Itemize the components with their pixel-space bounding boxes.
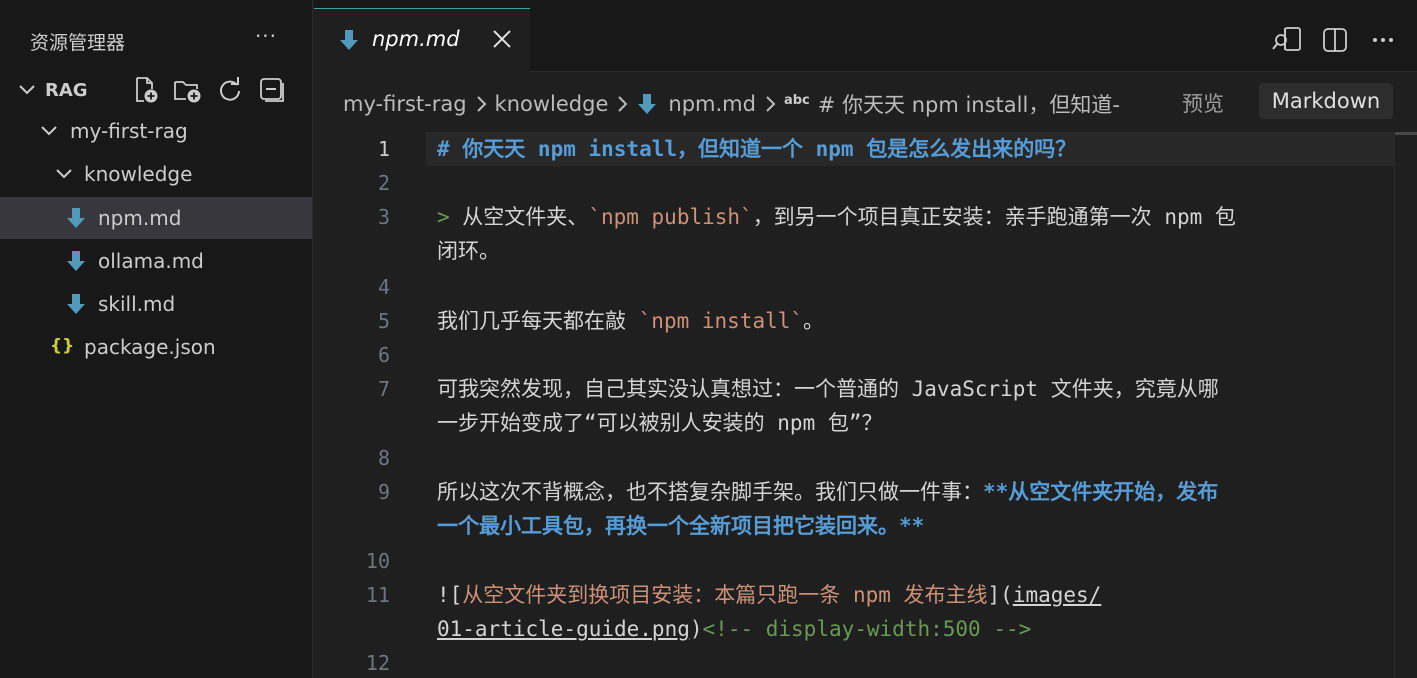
more-actions-icon[interactable] bbox=[1367, 24, 1399, 56]
code-text: 闭环。 bbox=[437, 239, 500, 263]
code-line: 我们几乎每天都在敲 `npm install`。 bbox=[437, 304, 1387, 338]
inline-code: `npm publish` bbox=[588, 205, 753, 229]
more-actions-icon[interactable]: ··· bbox=[252, 22, 280, 50]
tree-file-skill-md[interactable]: skill.md bbox=[0, 283, 312, 325]
quote-marker: > bbox=[437, 205, 450, 229]
line-number: 1 bbox=[377, 137, 390, 161]
tree-item-label: npm.md bbox=[98, 206, 182, 230]
line-number: 12 bbox=[365, 651, 390, 675]
image-url[interactable]: images/ bbox=[1013, 583, 1102, 607]
chevron-down-icon bbox=[56, 169, 72, 179]
image-syntax: ) bbox=[689, 617, 703, 641]
tree-item-label: knowledge bbox=[84, 162, 193, 186]
editor-scrollbar[interactable] bbox=[1394, 132, 1417, 678]
editor-title-actions bbox=[1271, 24, 1399, 56]
markdown-file-icon bbox=[67, 251, 85, 271]
line-number: 11 bbox=[365, 583, 390, 607]
tree-folder-knowledge[interactable]: knowledge bbox=[0, 153, 312, 195]
code-line: 可我突然发现，自己其实没认真想过：一个普通的 JavaScript 文件夹，究竟… bbox=[437, 372, 1387, 406]
tree-item-label: package.json bbox=[84, 335, 216, 359]
code-text: 从空文件夹、 bbox=[449, 205, 589, 229]
code-line: # 你天天 npm install，但知道一个 npm 包是怎么发出来的吗？ bbox=[437, 132, 1387, 166]
close-icon[interactable] bbox=[490, 27, 514, 51]
code-line-wrap: 闭环。 bbox=[437, 234, 1387, 268]
tab-npm-md[interactable]: npm.md bbox=[314, 8, 530, 72]
new-file-icon[interactable] bbox=[130, 75, 162, 105]
line-number: 4 bbox=[377, 275, 390, 299]
vscode-window: 资源管理器 ··· RAG my-first-rag knowledge npm… bbox=[0, 0, 1417, 678]
code-text: 我们几乎每天都在敲 bbox=[437, 309, 639, 333]
inline-code: `npm install` bbox=[638, 309, 804, 333]
line-number: 5 bbox=[377, 309, 390, 333]
workspace-section-header[interactable]: RAG bbox=[0, 70, 313, 110]
code-line: > 从空文件夹、`npm publish`，到另一个项目真正安装：亲手跑通第一次… bbox=[437, 200, 1387, 234]
line-number: 9 bbox=[377, 480, 390, 504]
breadcrumb: my-first-rag knowledge npm.md abc # 你天天 … bbox=[343, 89, 1120, 119]
chevron-right-icon bbox=[615, 94, 629, 114]
explorer-sidebar: 资源管理器 ··· RAG my-first-rag knowledge npm… bbox=[0, 0, 313, 678]
explorer-title: 资源管理器 bbox=[30, 32, 126, 54]
code-line-wrap: 01-article-guide.png)<!-- display-width:… bbox=[437, 612, 1387, 646]
workspace-name: RAG bbox=[45, 80, 88, 101]
code-line-wrap: 一个最小工具包，再换一个全新项目把它装回来。** bbox=[437, 509, 1387, 543]
tree-file-package-json[interactable]: {} package.json bbox=[0, 326, 312, 368]
line-number: 10 bbox=[365, 549, 390, 573]
breadcrumb-item-symbol[interactable]: # 你天天 npm install，但知道- bbox=[818, 89, 1120, 119]
markdown-mode-button[interactable]: Markdown bbox=[1259, 83, 1393, 119]
line-number: 7 bbox=[377, 377, 390, 401]
breadcrumb-bar: my-first-rag knowledge npm.md abc # 你天天 … bbox=[314, 72, 1417, 132]
json-file-icon: {} bbox=[50, 336, 75, 356]
chevron-right-icon bbox=[474, 94, 488, 114]
tree-item-label: skill.md bbox=[98, 292, 176, 316]
chevron-right-icon bbox=[763, 94, 777, 114]
line-number: 2 bbox=[377, 171, 390, 195]
line-number: 6 bbox=[377, 343, 390, 367]
breadcrumb-item-file[interactable]: npm.md bbox=[668, 92, 756, 116]
markdown-file-icon bbox=[636, 93, 658, 115]
code-line: 所以这次不背概念，也不搭复杂脚手架。我们只做一件事：**从空文件夹开始，发布 bbox=[437, 475, 1387, 509]
markdown-file-icon bbox=[67, 294, 85, 314]
code-text: 可我突然发现，自己其实没认真想过：一个普通的 JavaScript 文件夹，究竟… bbox=[437, 377, 1219, 401]
open-preview-side-icon[interactable] bbox=[1271, 24, 1303, 56]
image-syntax: ]( bbox=[987, 583, 1013, 607]
chevron-down-icon bbox=[19, 85, 35, 95]
code-text: 一步开始变成了“可以被别人安装的 npm 包”？ bbox=[437, 411, 883, 435]
split-editor-icon[interactable] bbox=[1319, 24, 1351, 56]
code-text: 所以这次不背概念，也不搭复杂脚手架。我们只做一件事： bbox=[437, 480, 983, 504]
image-alt-text: 从空文件夹到换项目安装：本篇只跑一条 npm 发布主线 bbox=[462, 583, 988, 607]
collapse-all-icon[interactable] bbox=[256, 75, 288, 105]
explorer-actions bbox=[130, 75, 288, 105]
code-line-wrap: 一步开始变成了“可以被别人安装的 npm 包”？ bbox=[437, 406, 1387, 440]
tree-item-label: ollama.md bbox=[98, 249, 204, 273]
tab-label: npm.md bbox=[372, 27, 460, 51]
tree-folder-my-first-rag[interactable]: my-first-rag bbox=[0, 110, 312, 152]
markdown-heading: # 你天天 npm install，但知道一个 npm 包是怎么发出来的吗？ bbox=[437, 137, 1077, 161]
markdown-file-icon bbox=[67, 208, 85, 228]
tree-item-label: my-first-rag bbox=[70, 119, 188, 143]
refresh-icon[interactable] bbox=[214, 75, 246, 105]
breadcrumb-item-folder[interactable]: knowledge bbox=[495, 92, 609, 116]
image-syntax: ![ bbox=[437, 583, 463, 607]
breadcrumb-item-folder[interactable]: my-first-rag bbox=[343, 92, 467, 116]
tree-file-npm-md[interactable]: npm.md bbox=[0, 197, 312, 239]
preview-button[interactable]: 预览 bbox=[1182, 88, 1224, 118]
code-text: ，到另一个项目真正安装：亲手跑通第一次 npm 包 bbox=[752, 205, 1236, 229]
line-number: 8 bbox=[377, 446, 390, 470]
line-number: 3 bbox=[377, 205, 390, 229]
code-editor[interactable]: 1 # 你天天 npm install，但知道一个 npm 包是怎么发出来的吗？… bbox=[314, 132, 1394, 678]
string-symbol-icon: abc bbox=[783, 92, 810, 108]
editor-tab-bar: npm.md bbox=[314, 0, 1417, 72]
bold-text: **从空文件夹开始，发布 bbox=[983, 480, 1219, 504]
tree-file-ollama-md[interactable]: ollama.md bbox=[0, 240, 312, 282]
new-folder-icon[interactable] bbox=[172, 75, 204, 105]
code-text: 。 bbox=[803, 309, 825, 333]
bold-text: 一个最小工具包，再换一个全新项目把它装回来。** bbox=[437, 514, 925, 538]
code-line: ![从空文件夹到换项目安装：本篇只跑一条 npm 发布主线](images/ bbox=[437, 578, 1387, 612]
chevron-down-icon bbox=[41, 126, 57, 136]
image-url[interactable]: 01-article-guide.png bbox=[437, 617, 690, 641]
explorer-header: 资源管理器 ··· bbox=[0, 0, 313, 80]
markdown-file-icon bbox=[340, 30, 358, 50]
html-comment: <!-- display-width:500 --> bbox=[702, 617, 1032, 641]
scrollbar-cursor-marker bbox=[1395, 132, 1417, 135]
